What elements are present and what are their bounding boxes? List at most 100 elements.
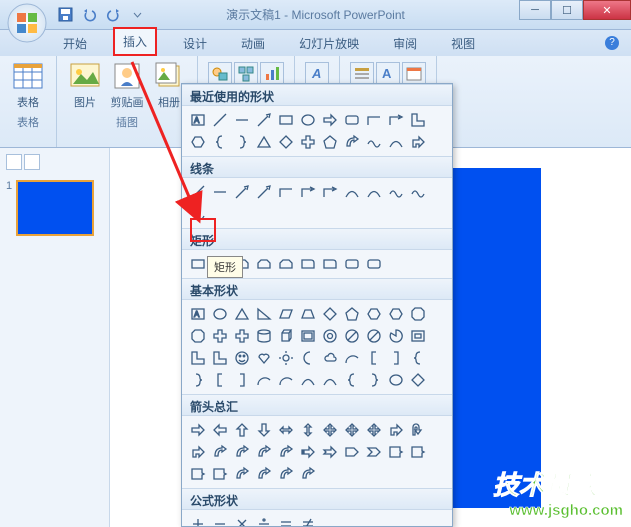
clipart-button[interactable]: 剪贴画: [109, 60, 145, 110]
shape-larrow[interactable]: [210, 420, 230, 440]
shape-Lshape[interactable]: [188, 348, 208, 368]
shape-neq[interactable]: [298, 514, 318, 526]
thumbnail-1[interactable]: 1: [6, 180, 103, 236]
shape-curveR[interactable]: [276, 442, 296, 462]
shape-rbrace[interactable]: [188, 370, 208, 390]
tab-review[interactable]: 审阅: [385, 31, 425, 56]
shape-chevron[interactable]: [364, 442, 384, 462]
shape-curveR[interactable]: [210, 442, 230, 462]
shape-rbkt[interactable]: [386, 348, 406, 368]
tab-anim[interactable]: 动画: [233, 31, 273, 56]
shape-striped[interactable]: [298, 442, 318, 462]
shape-min[interactable]: [210, 514, 230, 526]
qat-undo-icon[interactable]: [78, 4, 100, 26]
shape-line[interactable]: [188, 182, 208, 202]
shape-oval[interactable]: [210, 304, 230, 324]
shape-smile[interactable]: [232, 348, 252, 368]
shape-rrect[interactable]: [342, 110, 362, 130]
shape-textbox[interactable]: A: [188, 304, 208, 324]
thumbs-tab-slides[interactable]: [6, 154, 22, 170]
qat-save-icon[interactable]: [54, 4, 76, 26]
shape-rbrace[interactable]: [232, 132, 252, 152]
table-button[interactable]: 表格: [10, 60, 46, 110]
tab-insert[interactable]: 插入: [113, 27, 157, 56]
shape-line[interactable]: [210, 110, 230, 130]
shape-arc[interactable]: [342, 348, 362, 368]
shape-heart[interactable]: [254, 348, 274, 368]
shape-arc[interactable]: [276, 370, 296, 390]
shape-rbrace[interactable]: [364, 370, 384, 390]
shape-pls[interactable]: [188, 514, 208, 526]
shape-quad[interactable]: [320, 420, 340, 440]
shape-callR[interactable]: [210, 464, 230, 484]
shape-hex[interactable]: [364, 304, 384, 324]
shape-arrow[interactable]: [254, 182, 274, 202]
shape-block[interactable]: [342, 326, 362, 346]
picture-button[interactable]: 图片: [67, 60, 103, 110]
shape-hex[interactable]: [188, 132, 208, 152]
shape-lbkt[interactable]: [364, 348, 384, 368]
shape-quad[interactable]: [364, 420, 384, 440]
shape-uturn[interactable]: [408, 420, 428, 440]
shape-bent[interactable]: [408, 132, 428, 152]
shape-dia[interactable]: [408, 370, 428, 390]
minimize-button[interactable]: ─: [519, 0, 551, 20]
shape-tri[interactable]: [232, 304, 252, 324]
shape-rrect[interactable]: [364, 254, 384, 274]
shape-elbowA[interactable]: [320, 182, 340, 202]
shape-curveR[interactable]: [254, 464, 274, 484]
shape-pentag[interactable]: [342, 442, 362, 462]
shape-rbkt[interactable]: [232, 370, 252, 390]
shape-callR[interactable]: [188, 464, 208, 484]
shape-mul[interactable]: [232, 514, 252, 526]
shape-oval[interactable]: [298, 110, 318, 130]
shape-cloud[interactable]: [320, 348, 340, 368]
shape-lineH[interactable]: [232, 110, 252, 130]
shape-callR[interactable]: [408, 442, 428, 462]
shape-quad[interactable]: [342, 420, 362, 440]
help-icon[interactable]: ?: [605, 36, 619, 50]
shape-curve[interactable]: [298, 370, 318, 390]
shape-plus[interactable]: [210, 326, 230, 346]
qat-dropdown-icon[interactable]: [126, 4, 148, 26]
shape-pent[interactable]: [342, 304, 362, 324]
shape-arc[interactable]: [254, 370, 274, 390]
shape-eq[interactable]: [276, 514, 296, 526]
shape-lrarrow[interactable]: [276, 420, 296, 440]
office-button[interactable]: [6, 2, 48, 44]
shape-oct[interactable]: [408, 304, 428, 324]
shape-Lshape[interactable]: [408, 110, 428, 130]
shape-pent[interactable]: [320, 132, 340, 152]
shape-arrow[interactable]: [254, 110, 274, 130]
tab-design[interactable]: 设计: [175, 31, 215, 56]
maximize-button[interactable]: ☐: [551, 0, 583, 20]
shape-can[interactable]: [254, 326, 274, 346]
shape-udarrow[interactable]: [298, 420, 318, 440]
shape-rrect[interactable]: [342, 254, 362, 274]
shape-free[interactable]: [386, 182, 406, 202]
tab-view[interactable]: 视图: [443, 31, 483, 56]
shape-lineH[interactable]: [210, 182, 230, 202]
shape-dia[interactable]: [320, 304, 340, 324]
shape-curve[interactable]: [364, 182, 384, 202]
shape-elbowA[interactable]: [298, 182, 318, 202]
shape-oval[interactable]: [386, 370, 406, 390]
qat-redo-icon[interactable]: [102, 4, 124, 26]
shape-rnd1[interactable]: [298, 254, 318, 274]
shape-trap[interactable]: [298, 304, 318, 324]
shape-rnd1[interactable]: [320, 254, 340, 274]
shape-uarrow[interactable]: [232, 420, 252, 440]
shape-curveR[interactable]: [232, 442, 252, 462]
thumbs-tab-outline[interactable]: [24, 154, 40, 170]
shape-Lshape[interactable]: [210, 348, 230, 368]
shape-elbow[interactable]: [364, 110, 384, 130]
shape-plus[interactable]: [232, 326, 252, 346]
shape-elbowA[interactable]: [386, 110, 406, 130]
shape-curve[interactable]: [342, 182, 362, 202]
shape-curveR[interactable]: [276, 464, 296, 484]
shape-notch[interactable]: [320, 442, 340, 462]
shape-plus[interactable]: [298, 132, 318, 152]
shape-curveR[interactable]: [342, 132, 362, 152]
shape-arrow[interactable]: [232, 182, 252, 202]
shape-free[interactable]: [188, 204, 208, 224]
